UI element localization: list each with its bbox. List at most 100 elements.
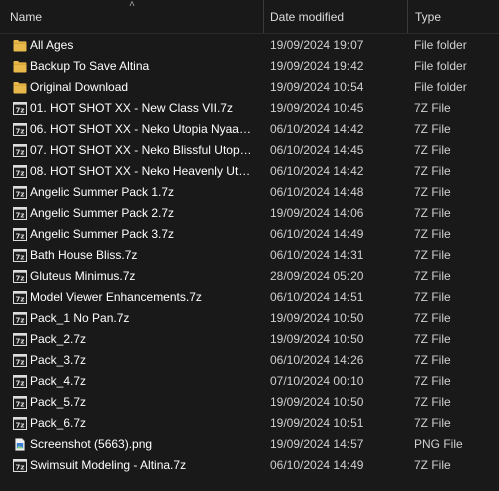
7z-archive-icon: 7z	[13, 144, 27, 157]
file-list-item[interactable]: 7z Angelic Summer Pack 2.7z 19/09/2024 14:…	[0, 203, 499, 224]
file-name: Backup To Save Altina	[30, 60, 150, 73]
date-modified: 19/09/2024 10:50	[270, 333, 364, 346]
svg-text:7z: 7z	[16, 422, 25, 430]
file-type: 7Z File	[414, 312, 451, 325]
file-list-item[interactable]: 7z 01. HOT SHOT XX - New Class VII.7z 19/0…	[0, 98, 499, 119]
svg-text:7z: 7z	[16, 212, 25, 220]
svg-text:7z: 7z	[16, 107, 25, 115]
date-modified: 28/09/2024 05:20	[270, 270, 364, 283]
7z-archive-icon: 7z	[13, 354, 27, 367]
7z-archive-icon: 7z	[13, 417, 27, 430]
file-list-item[interactable]: 7z Pack_2.7z 19/09/2024 10:50 7Z File	[0, 329, 499, 350]
column-header-date-modified[interactable]: Date modified	[270, 10, 344, 24]
7z-archive-icon: 7z	[13, 291, 27, 304]
date-modified: 06/10/2024 14:45	[270, 144, 364, 157]
column-header-type[interactable]: Type	[415, 10, 441, 24]
svg-text:7z: 7z	[16, 401, 25, 409]
date-modified: 06/10/2024 14:48	[270, 186, 364, 199]
7z-archive-icon: 7z	[13, 333, 27, 346]
file-list-item[interactable]: All Ages 19/09/2024 19:07 File folder	[0, 35, 499, 56]
folder-icon	[13, 39, 27, 52]
file-type: File folder	[414, 39, 467, 52]
file-type: 7Z File	[414, 291, 451, 304]
svg-text:7z: 7z	[16, 128, 25, 136]
column-divider[interactable]	[407, 0, 408, 33]
file-type: 7Z File	[414, 333, 451, 346]
7z-archive-icon: 7z	[13, 123, 27, 136]
file-list-item[interactable]: Backup To Save Altina 19/09/2024 19:42 Fil…	[0, 56, 499, 77]
7z-archive-icon: 7z	[13, 228, 27, 241]
date-modified: 19/09/2024 10:50	[270, 396, 364, 409]
svg-text:7z: 7z	[16, 149, 25, 157]
folder-icon	[13, 81, 27, 94]
svg-text:7z: 7z	[16, 191, 25, 199]
column-header-bar: ˄ Name Date modified Type	[0, 0, 499, 34]
svg-text:7z: 7z	[16, 317, 25, 325]
7z-archive-icon: 7z	[13, 312, 27, 325]
column-header-name[interactable]: Name	[10, 10, 42, 24]
svg-text:7z: 7z	[16, 233, 25, 241]
file-type: 7Z File	[414, 102, 451, 115]
file-list-item[interactable]: 7z Pack_5.7z 19/09/2024 10:50 7Z File	[0, 392, 499, 413]
file-list-item[interactable]: 7z 08. HOT SHOT XX - Neko Heavenly Utopi.…	[0, 161, 499, 182]
file-list-item[interactable]: 7z Pack_1 No Pan.7z 19/09/2024 10:50 7Z Fil…	[0, 308, 499, 329]
file-list-item[interactable]: 7z Swimsuit Modeling - Altina.7z 06/10/202…	[0, 455, 499, 476]
date-modified: 06/10/2024 14:51	[270, 291, 364, 304]
file-list-item[interactable]: 7z Pack_3.7z 06/10/2024 14:26 7Z File	[0, 350, 499, 371]
7z-archive-icon: 7z	[13, 270, 27, 283]
file-name: 01. HOT SHOT XX - New Class VII.7z	[30, 102, 233, 115]
file-list-item[interactable]: Screenshot (5663).png 19/09/2024 14:57 PNG…	[0, 434, 499, 455]
file-list-item[interactable]: 7z Model Viewer Enhancements.7z 06/10/2024…	[0, 287, 499, 308]
date-modified: 19/09/2024 14:06	[270, 207, 364, 220]
file-name: Swimsuit Modeling - Altina.7z	[30, 459, 187, 472]
png-image-icon	[13, 438, 27, 451]
file-name: Model Viewer Enhancements.7z	[30, 291, 202, 304]
column-divider[interactable]	[263, 0, 264, 33]
file-name: Bath House Bliss.7z	[30, 249, 138, 262]
file-list-item[interactable]: 7z Angelic Summer Pack 3.7z 06/10/2024 14:…	[0, 224, 499, 245]
date-modified: 06/10/2024 14:26	[270, 354, 364, 367]
file-name: 06. HOT SHOT XX - Neko Utopia Nyaa~.7z	[30, 123, 254, 136]
folder-icon	[13, 60, 27, 73]
sort-ascending-icon: ˄	[129, 0, 135, 10]
date-modified: 19/09/2024 14:57	[270, 438, 364, 451]
file-type: 7Z File	[414, 375, 451, 388]
file-name: Pack_3.7z	[30, 354, 87, 367]
file-list-item[interactable]: 7z 06. HOT SHOT XX - Neko Utopia Nyaa~.7z…	[0, 119, 499, 140]
file-list-item[interactable]: 7z 07. HOT SHOT XX - Neko Blissful Utopia…	[0, 140, 499, 161]
svg-text:7z: 7z	[16, 254, 25, 262]
file-type: 7Z File	[414, 123, 451, 136]
file-list-item[interactable]: 7z Bath House Bliss.7z 06/10/2024 14:31 7Z …	[0, 245, 499, 266]
file-list-item[interactable]: 7z Pack_6.7z 19/09/2024 10:51 7Z File	[0, 413, 499, 434]
date-modified: 19/09/2024 10:45	[270, 102, 364, 115]
file-type: File folder	[414, 60, 467, 73]
svg-text:7z: 7z	[16, 296, 25, 304]
file-list-item[interactable]: 7z Angelic Summer Pack 1.7z 06/10/2024 14:…	[0, 182, 499, 203]
file-name: Angelic Summer Pack 3.7z	[30, 228, 175, 241]
file-list-item[interactable]: 7z Pack_4.7z 07/10/2024 00:10 7Z File	[0, 371, 499, 392]
file-type: File folder	[414, 81, 467, 94]
file-name: 08. HOT SHOT XX - Neko Heavenly Utopi...	[30, 165, 254, 178]
svg-text:7z: 7z	[16, 275, 25, 283]
date-modified: 06/10/2024 14:49	[270, 228, 364, 241]
file-list: All Ages 19/09/2024 19:07 File folder Backu…	[0, 35, 499, 476]
file-explorer-list-view: ˄ Name Date modified Type All Ages 19/09/…	[0, 0, 499, 491]
file-list-item[interactable]: Original Download 19/09/2024 10:54 File fo…	[0, 77, 499, 98]
file-type: 7Z File	[414, 354, 451, 367]
7z-archive-icon: 7z	[13, 102, 27, 115]
date-modified: 19/09/2024 19:42	[270, 60, 364, 73]
svg-text:7z: 7z	[16, 464, 25, 472]
file-name: Angelic Summer Pack 2.7z	[30, 207, 175, 220]
date-modified: 06/10/2024 14:42	[270, 165, 364, 178]
7z-archive-icon: 7z	[13, 186, 27, 199]
file-type: 7Z File	[414, 144, 451, 157]
svg-text:7z: 7z	[16, 170, 25, 178]
svg-text:7z: 7z	[16, 380, 25, 388]
file-type: PNG File	[414, 438, 463, 451]
date-modified: 06/10/2024 14:49	[270, 459, 364, 472]
date-modified: 06/10/2024 14:31	[270, 249, 364, 262]
date-modified: 07/10/2024 00:10	[270, 375, 364, 388]
svg-text:7z: 7z	[16, 338, 25, 346]
file-list-item[interactable]: 7z Gluteus Minimus.7z 28/09/2024 05:20 7Z F…	[0, 266, 499, 287]
7z-archive-icon: 7z	[13, 396, 27, 409]
